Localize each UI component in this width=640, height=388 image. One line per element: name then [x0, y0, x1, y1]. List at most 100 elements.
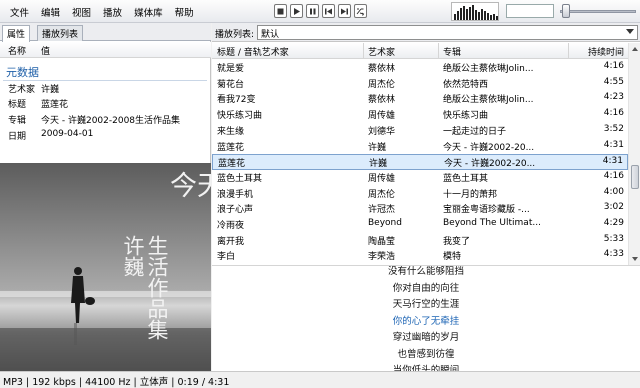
- cell-artist: 李荣浩: [368, 252, 396, 263]
- table-row[interactable]: 浪漫手机 周杰伦 十一月的萧邦 4:00: [212, 186, 628, 202]
- cell-album: 蓝色土耳其: [443, 173, 489, 184]
- spectrum-bar: [478, 12, 480, 20]
- table-row[interactable]: 浪子心声 许冠杰 宝丽金粤语珍藏版 -... 3:02: [212, 201, 628, 217]
- play-icon: [294, 7, 300, 15]
- pause-button[interactable]: [306, 4, 319, 18]
- cell-title: 蓝莲花: [218, 159, 246, 170]
- seek-box[interactable]: [506, 4, 554, 18]
- tab-properties[interactable]: 属性: [2, 25, 31, 42]
- cell-duration: 4:55: [603, 76, 624, 87]
- property-value: 今天 - 许巍2002-2008生活作品集: [41, 116, 181, 126]
- table-row[interactable]: 快乐练习曲 周传雄 快乐练习曲 4:16: [212, 107, 628, 123]
- spectrum-bar: [484, 11, 486, 20]
- stop-button[interactable]: [274, 4, 287, 18]
- column-name[interactable]: 名称: [8, 44, 26, 57]
- cell-duration: 4:31: [602, 156, 623, 167]
- cover-subtitle: 生活作品集: [145, 235, 169, 340]
- cell-duration: 4:00: [603, 186, 624, 197]
- shuffle-icon: [356, 8, 365, 16]
- menu-help[interactable]: 帮助: [169, 5, 200, 19]
- play-button[interactable]: [290, 4, 303, 18]
- cell-artist: 许巍: [368, 142, 387, 153]
- toolbar: 文件 编辑 视图 播放 媒体库 帮助: [0, 0, 640, 23]
- playlist-dropdown[interactable]: 默认: [257, 25, 638, 40]
- property-row-title[interactable]: 标题 蓝莲花: [0, 96, 211, 111]
- cell-album: 绝版公主蔡依琳Jolin...: [443, 64, 534, 74]
- table-row[interactable]: 李白 李荣浩 模特 4:33: [212, 248, 628, 264]
- cell-title: 就是爱: [217, 64, 245, 74]
- cell-artist: 刘德华: [368, 126, 396, 137]
- cover-artist: 许巍: [121, 235, 145, 277]
- lyric-line: 天马行空的生涯: [392, 299, 460, 310]
- table-row[interactable]: 菊花台 周杰伦 依然范特西 4:55: [212, 76, 628, 92]
- scroll-down-icon[interactable]: [632, 257, 638, 261]
- cell-artist: 周传雄: [368, 111, 396, 122]
- column-divider[interactable]: [363, 43, 364, 59]
- left-tabs: 属性 播放列表: [0, 23, 211, 42]
- metadata-title: 元数据: [6, 66, 39, 79]
- table-row[interactable]: 冷雨夜 Beyond Beyond The Ultimat... 4:29: [212, 217, 628, 233]
- column-divider[interactable]: [568, 43, 569, 59]
- column-artist[interactable]: 艺术家: [368, 45, 395, 58]
- chevron-down-icon[interactable]: [626, 29, 634, 34]
- random-button[interactable]: [354, 4, 367, 18]
- spectrum-bar: [487, 13, 489, 20]
- spectrum-bar: [460, 8, 462, 20]
- menu-view[interactable]: 视图: [66, 5, 97, 19]
- album-cover-art: 今天。 许巍 生活作品集: [0, 163, 211, 388]
- table-row[interactable]: 蓝色土耳其 周传雄 蓝色土耳其 4:16: [212, 170, 628, 186]
- cell-title: 快乐练习曲: [217, 111, 263, 122]
- spectrum-bar: [457, 11, 459, 20]
- lyric-line: 穿过幽暗的岁月: [392, 332, 460, 343]
- menu-edit[interactable]: 编辑: [35, 5, 66, 19]
- cover-title: 今天。: [170, 171, 211, 202]
- spectrum-bars: [454, 5, 498, 20]
- cell-artist: 周杰伦: [368, 79, 396, 90]
- lyric-line: 也曾感到彷徨: [397, 348, 455, 360]
- menu-playback[interactable]: 播放: [97, 5, 128, 19]
- cell-artist: 周传雄: [368, 173, 396, 184]
- property-row-album[interactable]: 专辑 今天 - 许巍2002-2008生活作品集: [0, 112, 211, 127]
- spectrum-bar: [481, 9, 483, 20]
- property-key: 标题: [8, 100, 27, 110]
- volume-slider-thumb[interactable]: [562, 4, 570, 18]
- table-row[interactable]: 来生缘 刘德华 一起走过的日子 3:52: [212, 123, 628, 139]
- property-value: 蓝莲花: [41, 100, 69, 110]
- column-value[interactable]: 值: [41, 44, 50, 57]
- next-button[interactable]: [338, 4, 351, 18]
- cell-title: 离开我: [217, 236, 245, 247]
- cell-album: 绝版公主蔡依琳Jolin...: [443, 95, 534, 106]
- spectrum-bar: [466, 9, 468, 20]
- volume-track[interactable]: [560, 10, 636, 13]
- property-value: 2009-04-01: [41, 129, 94, 139]
- cell-album: 依然范特西: [443, 79, 489, 90]
- property-row-artist[interactable]: 艺术家 许巍: [0, 81, 211, 96]
- table-row[interactable]: 看我72变 蔡依林 绝版公主蔡依琳Jolin... 4:23: [212, 91, 628, 107]
- tab-playlist[interactable]: 播放列表: [37, 25, 84, 41]
- menu-library[interactable]: 媒体库: [128, 5, 169, 19]
- cell-duration: 4:16: [603, 61, 624, 71]
- column-title[interactable]: 标题 / 音轨艺术家: [217, 45, 289, 58]
- table-row[interactable]: 蓝莲花 许巍 今天 - 许巍2002-20... 4:31: [212, 154, 628, 170]
- table-row[interactable]: 蓝莲花 许巍 今天 - 许巍2002-20... 4:31: [212, 139, 628, 155]
- scroll-up-icon[interactable]: [632, 47, 638, 51]
- transport-controls: [274, 4, 367, 18]
- next-icon: [341, 8, 348, 14]
- column-divider[interactable]: [438, 43, 439, 59]
- spectrum-bar: [472, 5, 474, 20]
- menu-file[interactable]: 文件: [4, 5, 35, 19]
- cell-title: 浪漫手机: [217, 189, 254, 200]
- column-album[interactable]: 专辑: [443, 45, 461, 58]
- column-duration[interactable]: 持续时间: [588, 45, 624, 58]
- cell-duration: 4:33: [603, 249, 624, 260]
- previous-button[interactable]: [322, 4, 335, 18]
- table-row[interactable]: 离开我 陶晶莹 我变了 5:33: [212, 233, 628, 249]
- cell-album: 一起走过的日子: [443, 126, 507, 137]
- cell-album: 宝丽金粤语珍藏版 -...: [443, 205, 530, 216]
- scrollbar-thumb[interactable]: [631, 165, 639, 189]
- playlist-scrollbar[interactable]: [628, 43, 640, 265]
- status-bar: MP3 | 192 kbps | 44100 Hz | 立体声 | 0:19 /…: [0, 371, 640, 388]
- lyrics-panel: 没有什么能够阻挡 你对自由的向往 天马行空的生涯 你的心了无牵挂 穿过幽暗的岁月 也曾感到…: [212, 265, 640, 371]
- property-row-date[interactable]: 日期 2009-04-01: [0, 128, 211, 143]
- table-row[interactable]: 就是爱 蔡依林 绝版公主蔡依琳Jolin... 4:16: [212, 60, 628, 76]
